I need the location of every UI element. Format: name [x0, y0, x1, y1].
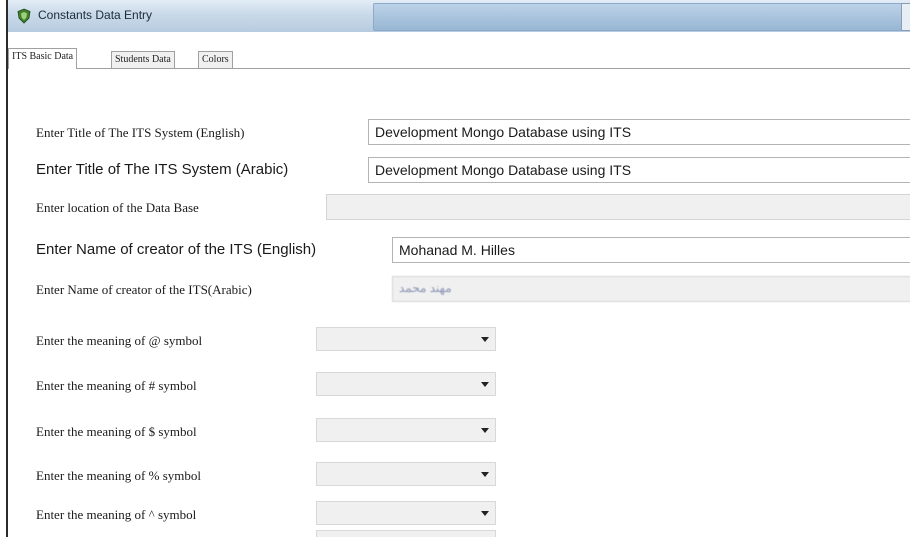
title-english-label: Enter Title of The ITS System (English): [36, 125, 245, 140]
symbol-at-dropdown[interactable]: [316, 327, 496, 351]
symbol-percent-label: Enter the meaning of % symbol: [36, 468, 201, 483]
chevron-down-icon[interactable]: [481, 428, 489, 433]
next-symbol-dropdown-partial[interactable]: [316, 530, 496, 537]
symbol-dollar-label: Enter the meaning of $ symbol: [36, 424, 197, 439]
tab-students-data[interactable]: Students Data: [111, 51, 175, 68]
symbol-at-label: Enter the meaning of @ symbol: [36, 333, 203, 348]
symbol-hash-dropdown[interactable]: [316, 372, 496, 396]
db-location-field[interactable]: [326, 194, 910, 220]
constants-data-entry-window: Constants Data Entry ITS Basic Data Stud…: [0, 0, 910, 537]
symbol-caret-label: Enter the meaning of ^ symbol: [36, 507, 197, 522]
tab-strip: ITS Basic Data Students Data Colors: [8, 32, 910, 69]
symbol-percent-dropdown[interactable]: [316, 462, 496, 486]
title-arabic-label: Enter Title of The ITS System (Arabic): [36, 161, 289, 178]
creator-english-field[interactable]: Mohanad M. Hilles: [392, 237, 910, 263]
symbol-dollar-dropdown[interactable]: [316, 418, 496, 442]
tab-colors[interactable]: Colors: [198, 51, 233, 68]
chevron-down-icon[interactable]: [481, 472, 489, 477]
creator-arabic-label: Enter Name of creator of the ITS(Arabic): [36, 282, 252, 297]
creator-arabic-field[interactable]: مهند محمد: [392, 276, 910, 302]
window-control-button[interactable]: [901, 3, 910, 31]
title-bar-pane: [373, 3, 905, 31]
creator-english-label: Enter Name of creator of the ITS (Englis…: [36, 241, 317, 258]
tab-its-basic-data[interactable]: ITS Basic Data: [8, 48, 78, 69]
symbol-caret-dropdown[interactable]: [316, 501, 496, 525]
title-bar[interactable]: Constants Data Entry: [8, 0, 910, 33]
chevron-down-icon[interactable]: [481, 382, 489, 387]
title-arabic-field[interactable]: Development Mongo Database using ITS: [368, 157, 910, 183]
window-title: Constants Data Entry: [38, 8, 153, 22]
chevron-down-icon[interactable]: [481, 337, 489, 342]
db-location-label: Enter location of the Data Base: [36, 200, 199, 215]
symbol-hash-label: Enter the meaning of # symbol: [36, 378, 197, 393]
shield-icon: [16, 8, 32, 24]
title-english-field[interactable]: Development Mongo Database using ITS: [368, 119, 910, 145]
its-basic-data-panel: Enter Title of The ITS System (English) …: [8, 69, 910, 537]
chevron-down-icon[interactable]: [481, 511, 489, 516]
